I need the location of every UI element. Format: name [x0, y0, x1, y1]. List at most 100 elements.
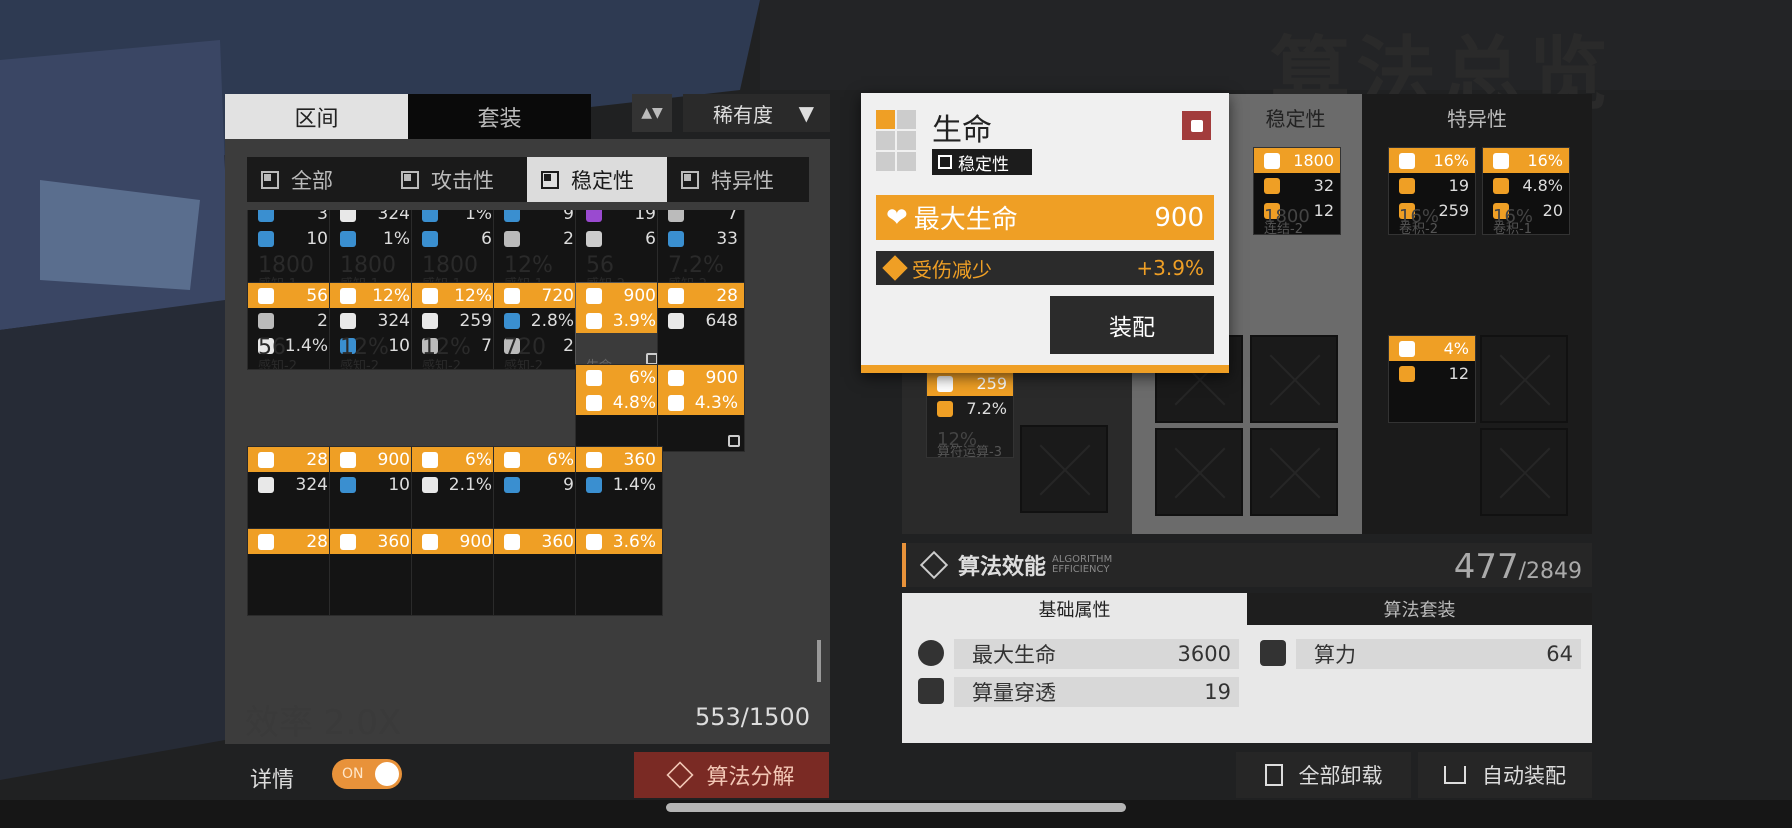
download-icon [1444, 766, 1466, 784]
card-stat-row: 10 [330, 472, 416, 497]
detail-toggle[interactable]: ON [332, 759, 402, 789]
rarity-dropdown[interactable]: 稀有度 ▼ [683, 94, 830, 132]
home-indicator[interactable] [666, 803, 1126, 812]
tab-set[interactable]: 套装 [408, 94, 591, 139]
card-stat-row: 648 [658, 308, 744, 333]
stat-icon [937, 375, 953, 392]
algorithm-card[interactable]: 3241%1800感知-1 [329, 210, 417, 288]
algorithm-card[interactable]: 360 1.4% [575, 446, 663, 534]
algorithm-card[interactable]: 6% 9 [493, 446, 581, 534]
algorithm-card[interactable]: 3.6% [575, 528, 663, 616]
filter-attack[interactable]: 攻击性 [387, 157, 527, 202]
heart-icon [668, 394, 684, 411]
special-icon [681, 170, 699, 189]
algorithm-card[interactable]: 9212%感知-1 [493, 210, 581, 288]
filter-stability[interactable]: 稳定性 [527, 157, 667, 202]
inventory-counter: 553/1500 [695, 703, 810, 731]
card-stat-value: 900 [705, 367, 738, 388]
algorithm-card[interactable]: 900 [411, 528, 499, 616]
lock-button[interactable] [1182, 111, 1211, 140]
pierce-icon [918, 678, 944, 704]
card-stat-row: 10 [248, 226, 334, 251]
algorithm-card[interactable]: 7337.2%感知-2 [657, 210, 745, 288]
card-stat-row: 6% [412, 447, 498, 472]
algorithm-card[interactable]: 19656感知-2 [575, 210, 663, 288]
card-stat-value: 6% [629, 367, 656, 388]
empty-slot[interactable] [1250, 335, 1338, 423]
empty-slot[interactable] [1155, 428, 1243, 516]
equip-button[interactable]: 装配 [1050, 296, 1214, 354]
card-stat-value: 259 [1438, 201, 1469, 220]
algorithm-card[interactable]: 56 2 1.4% 56 感知-2 [247, 282, 335, 370]
filter-all[interactable]: 全部 [247, 157, 387, 202]
algorithm-card[interactable]: 6% 4.8% [575, 364, 663, 452]
grid-scrollbar[interactable] [817, 640, 821, 682]
heart-icon [422, 312, 438, 329]
slot-shape-cell [897, 152, 916, 171]
algorithm-card[interactable]: 12% 324 10 12% 感知-2 [329, 282, 417, 370]
heart-icon [668, 369, 684, 386]
popup-main-stat: ❤ 最大生命 900 [876, 195, 1214, 240]
stat-max-hp: 最大生命 3600 [954, 639, 1239, 669]
stat-icon [937, 400, 953, 417]
card-stat-value: 4.8% [612, 392, 656, 413]
card-stat-value: 19 [634, 210, 656, 224]
card-stat-value: 259 [459, 310, 492, 331]
empty-slot[interactable] [1480, 428, 1568, 516]
card-stat-value: 4% [1443, 339, 1469, 358]
equipped-algorithm-card[interactable]: 16% 19 259 16% 卷积-2 [1388, 147, 1476, 237]
efficiency-total: /2849 [1518, 559, 1582, 584]
gear-icon [586, 476, 602, 493]
algorithm-card[interactable]: 360 [329, 528, 417, 616]
efficiency-value: 477/2849 [1454, 547, 1582, 587]
algorithm-card[interactable]: 6% 2.1% [411, 446, 499, 534]
algorithm-card[interactable]: 360 [493, 528, 581, 616]
card-name: 连结-2 [1264, 222, 1303, 237]
algorithm-card[interactable]: 900 4.3% [657, 364, 745, 452]
algorithm-card[interactable]: 900 10 [329, 446, 417, 534]
equipped-algorithm-card[interactable]: 259 7.2% 12% 算符运算-3 [926, 370, 1014, 460]
filter-special[interactable]: 特异性 [667, 157, 809, 202]
algorithm-card[interactable]: 28 324 [247, 446, 335, 534]
empty-slot[interactable] [1020, 425, 1108, 513]
unload-all-button[interactable]: 全部卸载 [1236, 752, 1411, 798]
algorithm-card[interactable]: 28 [247, 528, 335, 616]
empty-slot[interactable] [1250, 428, 1338, 516]
auto-equip-button[interactable]: 自动装配 [1418, 752, 1592, 798]
card-stat-value: 9 [563, 474, 574, 495]
sort-order-button[interactable]: ▲▼ [632, 94, 672, 132]
slot-shape-cell [897, 110, 916, 129]
card-stat-row: 1% [412, 210, 498, 226]
stat-icon [1493, 177, 1509, 194]
tab-algorithm-set[interactable]: 算法套装 [1247, 593, 1592, 625]
shield-icon [258, 210, 274, 222]
algorithm-card[interactable]: 3101800感知-1 [247, 210, 335, 288]
heart-icon [586, 287, 602, 304]
equipped-algorithm-card[interactable]: 16% 4.8% 20 16% 卷积-1 [1482, 147, 1570, 237]
empty-slot[interactable] [1480, 335, 1568, 423]
decompose-button[interactable]: 算法分解 [634, 752, 829, 798]
algorithm-card[interactable]: 720 2.8% 2 720 感知-2 [493, 282, 581, 370]
algorithm-card[interactable]: 1%61800感知-1 [411, 210, 499, 288]
card-stat-row: 19 [576, 210, 662, 226]
property-tabs: 基础属性 算法套装 [902, 593, 1592, 625]
card-name: 算符运算-3 [937, 445, 1002, 460]
equipped-algorithm-card[interactable]: 4% 12 [1388, 335, 1476, 423]
algorithm-card[interactable]: 12% 259 7 12% 感知-2 [411, 282, 499, 370]
equipped-algorithm-card[interactable]: 1800 32 12 1800 连结-2 [1253, 147, 1341, 237]
algorithm-card[interactable]: 28 648 [657, 282, 745, 370]
card-stat-row: 3.6% [576, 529, 662, 554]
heart-icon [340, 451, 356, 468]
stat-icon [1399, 177, 1415, 194]
shield-icon [340, 476, 356, 493]
algorithm-card[interactable]: 9003.9%生命 [575, 282, 663, 370]
stat-max-hp-label: 最大生命 [972, 643, 1056, 667]
shield-icon [258, 533, 274, 550]
popup-sub-stat-name: 受伤减少 [882, 254, 992, 283]
heart-icon: ❤ [886, 202, 908, 233]
tab-basic-attributes[interactable]: 基础属性 [902, 593, 1247, 625]
card-stat-row: 324 [330, 308, 416, 333]
card-stat-row: 6% [494, 447, 580, 472]
heart-icon [258, 476, 274, 493]
tab-range[interactable]: 区间 [225, 94, 408, 139]
